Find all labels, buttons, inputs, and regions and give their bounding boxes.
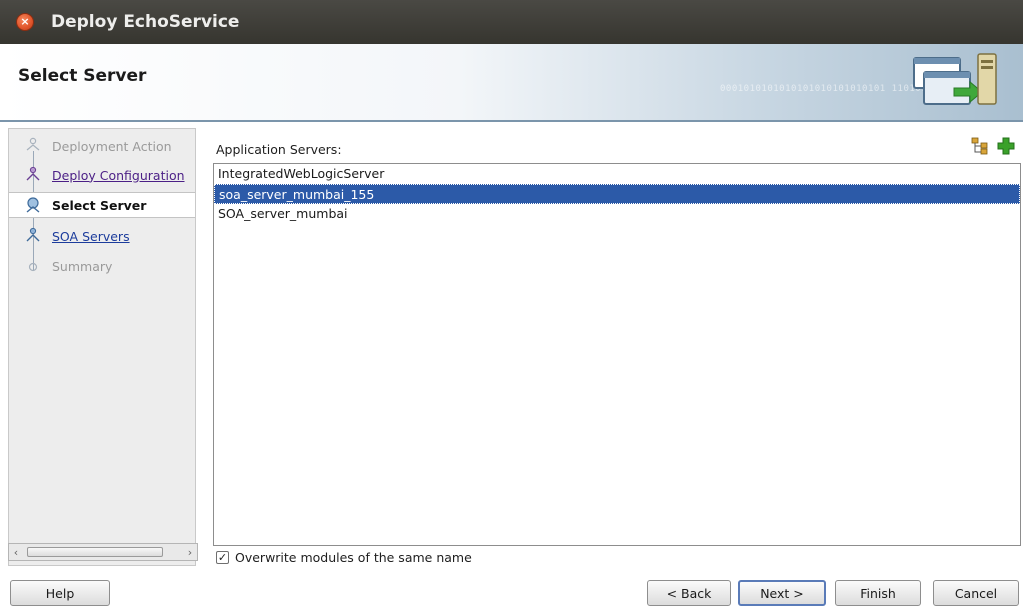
step-select-server[interactable]: Select Server [9, 192, 195, 218]
next-button[interactable]: Next > [738, 580, 826, 606]
title-bar: × Deploy EchoService [0, 0, 1023, 44]
server-tree-icon[interactable] [970, 136, 990, 156]
step-summary: Summary [9, 253, 195, 279]
step-deploy-configuration[interactable]: Deploy Configuration [9, 162, 195, 188]
overwrite-option[interactable]: ✓ Overwrite modules of the same name [216, 550, 472, 565]
step-deployment-action: Deployment Action [9, 133, 195, 159]
server-row-soa-server-mumbai-155[interactable]: soa_server_mumbai_155 [214, 184, 1020, 204]
scroll-left-icon[interactable]: ‹ [9, 546, 23, 559]
application-servers-list[interactable]: IntegratedWebLogicServer soa_server_mumb… [213, 163, 1021, 546]
page-title: Select Server [18, 66, 147, 86]
server-row-integratedweblogicserver[interactable]: IntegratedWebLogicServer [214, 164, 1020, 184]
server-toolbar [970, 136, 1016, 156]
step-label: Select Server [52, 197, 147, 213]
step-label: Summary [52, 258, 113, 274]
step-person-icon [26, 137, 40, 151]
step-label: SOA Servers [52, 228, 130, 244]
wizard-steps-panel: Deployment Action Deploy Configuration S… [8, 128, 196, 566]
deploy-server-icon [913, 53, 997, 105]
step-label: Deploy Configuration [52, 167, 185, 183]
steps-horizontal-scrollbar[interactable]: ‹ › [8, 543, 198, 561]
step-current-icon [26, 197, 40, 213]
overwrite-label: Overwrite modules of the same name [235, 550, 472, 565]
step-person-icon [26, 227, 40, 242]
help-button[interactable]: Help [10, 580, 110, 606]
window-title: Deploy EchoService [51, 12, 240, 32]
scroll-thumb[interactable] [27, 547, 163, 557]
close-icon[interactable]: × [16, 13, 34, 31]
wizard-header: Select Server 00010101010101010101010101… [0, 44, 1023, 122]
server-row-soa-server-mumbai[interactable]: SOA_server_mumbai [214, 204, 1020, 224]
step-person-icon [26, 166, 40, 181]
application-servers-label: Application Servers: [216, 142, 342, 157]
scroll-right-icon[interactable]: › [183, 546, 197, 559]
scroll-track[interactable] [27, 547, 179, 557]
step-soa-servers[interactable]: SOA Servers [9, 223, 195, 249]
finish-button[interactable]: Finish [835, 580, 921, 606]
add-plus-icon[interactable] [996, 136, 1016, 156]
step-end-icon [28, 262, 38, 272]
overwrite-checkbox[interactable]: ✓ [216, 551, 229, 564]
cancel-button[interactable]: Cancel [933, 580, 1019, 606]
step-label: Deployment Action [52, 138, 172, 154]
back-button[interactable]: < Back [647, 580, 731, 606]
